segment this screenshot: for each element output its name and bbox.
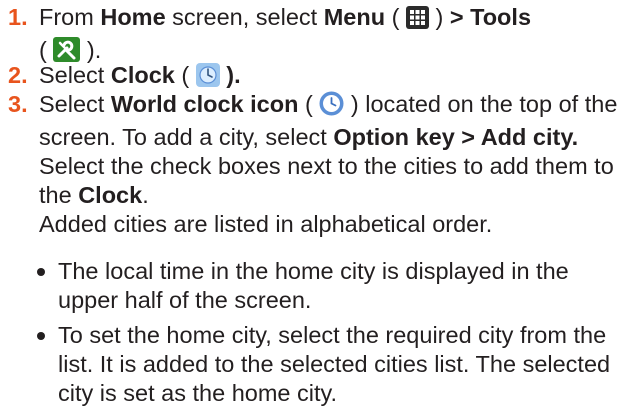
world-clock-icon (319, 91, 344, 123)
step-number: 3. (8, 91, 28, 117)
step-1: 1. From Home screen, select Menu ( ) > T… (8, 3, 618, 69)
step-text: From Home screen, select Menu ( ) > Tool… (39, 3, 618, 69)
list-item: The local time in the home city is displ… (36, 257, 621, 315)
menu-grid-icon (405, 6, 429, 36)
step-text: Select World clock icon ( ) located on t… (39, 91, 618, 237)
bullet-icon (37, 268, 45, 276)
bullet-list: The local time in the home city is displ… (36, 257, 621, 408)
note-text: Added cities are listed in alphabetical … (39, 211, 493, 237)
step-number: 2. (8, 62, 28, 88)
list-item: To set the home city, select the require… (36, 321, 621, 408)
step-number: 1. (8, 4, 28, 30)
step-3: 3. Select World clock icon ( ) located o… (8, 90, 618, 239)
bullet-icon (37, 332, 45, 340)
instruction-page: 1. From Home screen, select Menu ( ) > T… (0, 0, 627, 406)
